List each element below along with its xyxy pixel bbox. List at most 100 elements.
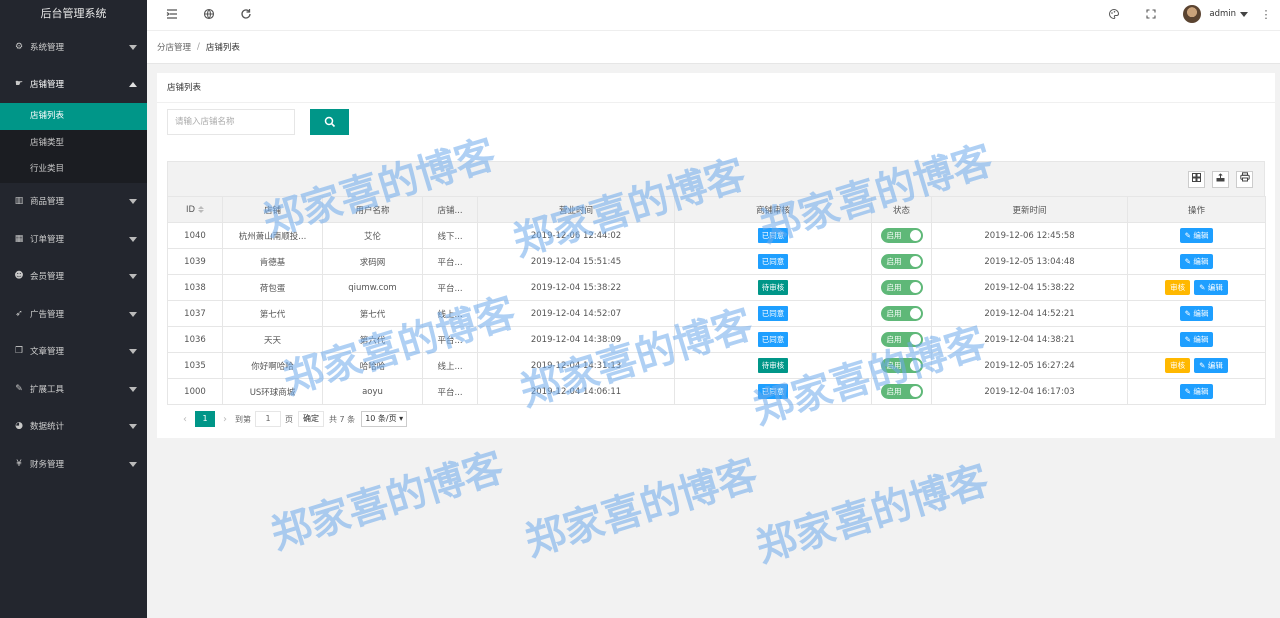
cell-status: 启用: [871, 300, 932, 327]
column-header: 状态: [871, 196, 932, 223]
breadcrumb: 分店管理 / 店铺列表: [147, 31, 1280, 64]
column-header-label: ID: [185, 204, 196, 215]
edit-button[interactable]: ✎ 编辑: [1179, 384, 1214, 399]
cell-updated: 2019-12-05 13:04:48: [931, 248, 1128, 275]
sidebar-item[interactable]: ❐ 文章管理: [0, 333, 147, 371]
sidebar-item[interactable]: ✎ 扩展工具: [0, 370, 147, 408]
goto-page-input[interactable]: 1: [255, 411, 281, 427]
cell-actions: ✎ 编辑: [1127, 222, 1266, 249]
prev-page-icon[interactable]: ‹: [183, 414, 187, 425]
gear-icon: ⚙: [14, 41, 24, 52]
column-header-label: 用户名称: [355, 205, 390, 216]
search-button[interactable]: [310, 109, 349, 135]
users-icon: ☻: [14, 271, 24, 282]
status-toggle[interactable]: 启用: [880, 332, 923, 347]
edit-label: 编辑: [1193, 335, 1209, 344]
print-icon[interactable]: [1236, 171, 1253, 188]
more-icon[interactable]: ⋮: [1259, 8, 1273, 22]
sidebar-item[interactable]: ◕ 数据统计: [0, 408, 147, 446]
sidebar-item[interactable]: ▦ 订单管理: [0, 220, 147, 258]
page-unit: 页: [285, 414, 293, 424]
column-header-label: 状态: [892, 205, 910, 216]
sidebar-subitem[interactable]: 店铺列表: [0, 103, 147, 130]
export-icon[interactable]: [1212, 171, 1229, 188]
page-size-select[interactable]: 10 条/页 ▾: [361, 411, 408, 427]
fullscreen-icon[interactable]: [1144, 8, 1158, 22]
page-size-value: 10 条/页: [365, 414, 397, 423]
sidebar-item-label: 数据统计: [30, 422, 65, 433]
cell-id: 1000: [167, 378, 223, 405]
cell-status: 启用: [871, 248, 932, 275]
table-row: 1040 杭州萧山南顺投... 艾伦 线下... 2019-12-06 12:44:02…: [167, 222, 1266, 249]
cell-id: 1038: [167, 274, 223, 301]
table-toolbar: [167, 161, 1265, 196]
sidebar-item[interactable]: ⚙ 系统管理: [0, 28, 147, 66]
columns-icon[interactable]: [1188, 171, 1205, 188]
breadcrumb-parent[interactable]: 分店管理: [157, 41, 191, 53]
column-header: 营业时间: [477, 196, 675, 223]
status-toggle[interactable]: 启用: [880, 280, 923, 295]
status-toggle[interactable]: 启用: [880, 358, 923, 373]
edit-button[interactable]: ✎ 编辑: [1194, 280, 1228, 295]
chevron-down-icon: [129, 349, 137, 355]
menu-toggle-icon[interactable]: [165, 8, 179, 22]
sidebar-item[interactable]: ☛ 店铺管理: [0, 66, 147, 104]
sidebar-subitem[interactable]: 店铺类型: [0, 130, 147, 157]
status-toggle[interactable]: 启用: [880, 228, 923, 243]
sort-icon[interactable]: [198, 205, 205, 213]
status-toggle-label: 启用: [886, 257, 902, 266]
table-row: 1037 第七代 第七代 线上... 2019-12-04 14:52:07 已同意 启用 2…: [167, 300, 1266, 327]
sidebar-subnav: 店铺列表 店铺类型 行业类目: [0, 103, 147, 183]
cell-id: 1040: [167, 222, 223, 249]
cell-audit: 已同意: [674, 378, 872, 405]
edit-button[interactable]: ✎ 编辑: [1194, 358, 1228, 373]
edit-label: 编辑: [1207, 283, 1223, 292]
sidebar-item[interactable]: ➶ 广告管理: [0, 295, 147, 333]
audit-button[interactable]: 审核: [1165, 358, 1191, 373]
cell-shop: US环球商城: [222, 378, 323, 405]
status-toggle[interactable]: 启用: [880, 254, 923, 269]
shop-list-card: 店铺列表 ID店铺用户名称店铺...营业时间商铺审核状态更新时间操作 104: [157, 73, 1275, 438]
pagination: ‹ 1 › 到第 1 页 确定 共 7 条 10 条/页 ▾: [167, 405, 1265, 433]
status-toggle-label: 启用: [886, 309, 902, 318]
column-header: 更新时间: [931, 196, 1128, 223]
refresh-icon[interactable]: [239, 8, 253, 22]
toggle-knob: [909, 360, 921, 371]
edit-button[interactable]: ✎ 编辑: [1179, 306, 1214, 321]
column-header-label: 营业时间: [558, 205, 593, 216]
column-header[interactable]: ID: [167, 196, 223, 223]
current-page[interactable]: 1: [195, 411, 215, 427]
cell-audit: 已同意: [674, 248, 872, 275]
goto-confirm-button[interactable]: 确定: [298, 411, 324, 427]
sidebar-subitem[interactable]: 行业类目: [0, 156, 147, 183]
toggle-knob: [909, 256, 921, 267]
sidebar-item[interactable]: ¥ 财务管理: [0, 445, 147, 483]
pie-icon: ◕: [15, 421, 23, 432]
cell-open-time: 2019-12-04 14:31:13: [477, 352, 675, 379]
calendar-icon: ▦: [14, 233, 24, 244]
user-menu[interactable]: admin: [1183, 5, 1248, 23]
edit-label: 编辑: [1193, 309, 1209, 318]
status-toggle[interactable]: 启用: [880, 384, 923, 399]
chevron-up-icon: [129, 82, 137, 88]
next-page-icon[interactable]: ›: [223, 414, 227, 425]
cell-updated: 2019-12-04 16:17:03: [931, 378, 1128, 405]
cell-type: 平台...: [422, 274, 478, 301]
cell-type: 线上...: [422, 300, 478, 327]
sidebar-item[interactable]: ▥ 商品管理: [0, 183, 147, 221]
edit-button[interactable]: ✎ 编辑: [1179, 332, 1214, 347]
edit-button[interactable]: ✎ 编辑: [1179, 254, 1214, 269]
sidebar-item-label: 系统管理: [30, 42, 65, 53]
goto-label: 到第: [235, 414, 251, 424]
audit-button[interactable]: 审核: [1165, 280, 1191, 295]
cell-audit: 已同意: [674, 300, 872, 327]
cell-user: aoyu: [322, 378, 423, 405]
status-toggle[interactable]: 启用: [880, 306, 923, 321]
cell-type: 平台...: [422, 248, 478, 275]
sidebar-item[interactable]: ☻ 会员管理: [0, 258, 147, 296]
cell-user: 第六代: [322, 326, 423, 353]
search-input[interactable]: [167, 109, 295, 135]
globe-icon[interactable]: [202, 8, 216, 22]
palette-icon[interactable]: [1107, 8, 1121, 22]
edit-button[interactable]: ✎ 编辑: [1179, 228, 1214, 243]
